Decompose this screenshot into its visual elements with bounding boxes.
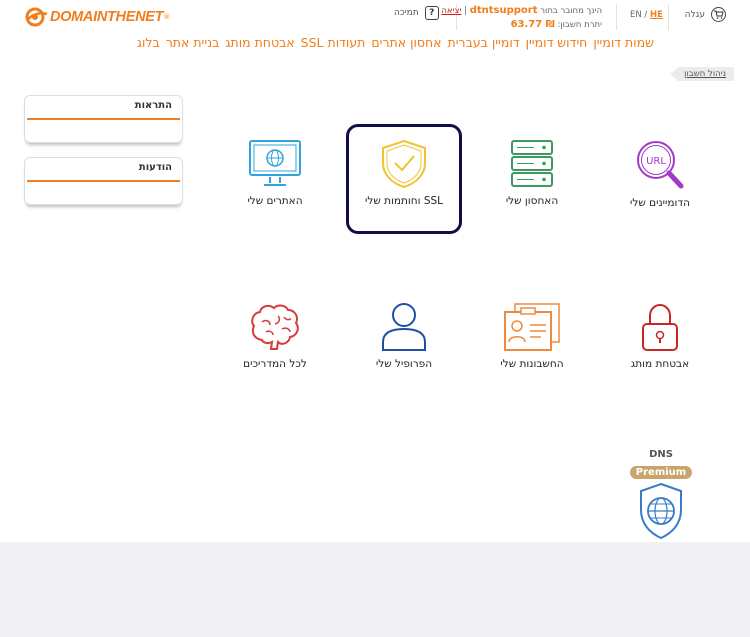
dns-premium-tile[interactable]: DNS Premium (629, 449, 693, 540)
alerts-title: התראות (134, 100, 172, 111)
dns-title: DNS (649, 449, 673, 460)
balance-value: ₪ 63.77 (510, 19, 555, 30)
padlock-icon (642, 303, 678, 351)
user-icon (382, 303, 426, 351)
messages-divider (27, 180, 180, 182)
tile-my-sites[interactable]: האתרים שלי (220, 139, 330, 207)
tile-label: האתרים שלי (247, 195, 303, 207)
id-cards-icon (504, 303, 560, 351)
alerts-box[interactable]: התראות (24, 95, 183, 143)
shield-check-icon (382, 139, 426, 189)
nav-item-brand-security[interactable]: אבטחת מותג (225, 35, 294, 50)
domainthenet-logo[interactable]: DOMAINTHENET ® (24, 6, 196, 28)
cart-link[interactable]: עגלה (685, 7, 726, 22)
brain-icon (251, 304, 299, 350)
user-info: הינך מחובר בתור dtntsupport | יציאה יתרת… (441, 5, 602, 30)
tile-label: SSL וחותמות שלי (365, 195, 443, 207)
tile-all-guides[interactable]: לכל המדריכים (220, 302, 330, 370)
url-magnifier-icon: URL (637, 141, 684, 189)
tile-my-hosting[interactable]: האחסון שלי (477, 139, 587, 207)
lang-he[interactable]: HE (650, 10, 663, 20)
monitor-globe-icon (249, 140, 301, 186)
logo-text: DOMAINTHENET (50, 9, 164, 25)
tile-label: הדומיינים שלי (630, 197, 690, 209)
cart-icon (711, 7, 726, 22)
tile-label: הפרופיל שלי (375, 358, 433, 370)
messages-box[interactable]: הודעות (24, 157, 183, 205)
tile-label: החשבונות שלי (500, 358, 564, 370)
tile-my-accounts[interactable]: החשבונות שלי (477, 298, 587, 370)
nav-item-ssl-certificates[interactable]: תעודות SSL (301, 35, 366, 50)
nav-item-web-hosting[interactable]: אחסון אתרים (371, 35, 441, 50)
logo-registered-mark: ® (163, 13, 171, 21)
messages-title: הודעות (138, 162, 172, 173)
nav-item-hebrew-domain[interactable]: דומיין בעברית (448, 35, 520, 50)
page-content: DOMAINTHENET ® ? תמיכה הינך מחובר בתור d… (0, 0, 750, 542)
tile-label: אבטחת מותג (630, 358, 690, 370)
logout-link[interactable]: יציאה (441, 6, 461, 16)
alerts-divider (27, 118, 180, 120)
header-divider (616, 4, 617, 30)
tile-my-ssl-seals[interactable]: SSL וחותמות שלי (349, 139, 459, 207)
premium-badge: Premium (629, 466, 693, 479)
url-icon-text: URL (646, 156, 666, 167)
server-icon (511, 140, 553, 187)
tile-label: האחסון שלי (505, 195, 559, 207)
support-label: תמיכה (394, 8, 419, 18)
support-link[interactable]: ? תמיכה (394, 6, 439, 20)
balance-label: יתרת חשבון: (557, 20, 602, 30)
question-icon: ? (424, 6, 439, 20)
nav-item-domain-renewal[interactable]: חידוש דומיין (526, 35, 588, 50)
header-divider (668, 4, 669, 30)
breadcrumb[interactable]: ניהול חשבון (670, 67, 734, 81)
tile-my-domains[interactable]: URL הדומיינים שלי (605, 139, 715, 209)
username: dtntsupport (469, 5, 538, 16)
nav-item-domain-names[interactable]: שמות דומיין (593, 35, 654, 50)
nav-item-website-building[interactable]: בניית אתר (166, 35, 220, 50)
lang-en[interactable]: EN (630, 10, 642, 20)
logo-swoosh-icon (25, 7, 48, 27)
tile-label: לכל המדריכים (243, 358, 307, 370)
tile-brand-security[interactable]: אבטחת מותג (605, 302, 715, 370)
globe-shield-icon (640, 482, 682, 540)
tile-my-profile[interactable]: הפרופיל שלי (349, 302, 459, 370)
connected-as-label: הינך מחובר בתור (540, 6, 602, 16)
nav-item-blog[interactable]: בלוג (137, 35, 160, 50)
cart-label: עגלה (684, 9, 705, 20)
language-switcher: EN / HE (630, 10, 663, 20)
main-nav: שמות דומיין חידוש דומיין דומיין בעברית א… (137, 35, 654, 50)
